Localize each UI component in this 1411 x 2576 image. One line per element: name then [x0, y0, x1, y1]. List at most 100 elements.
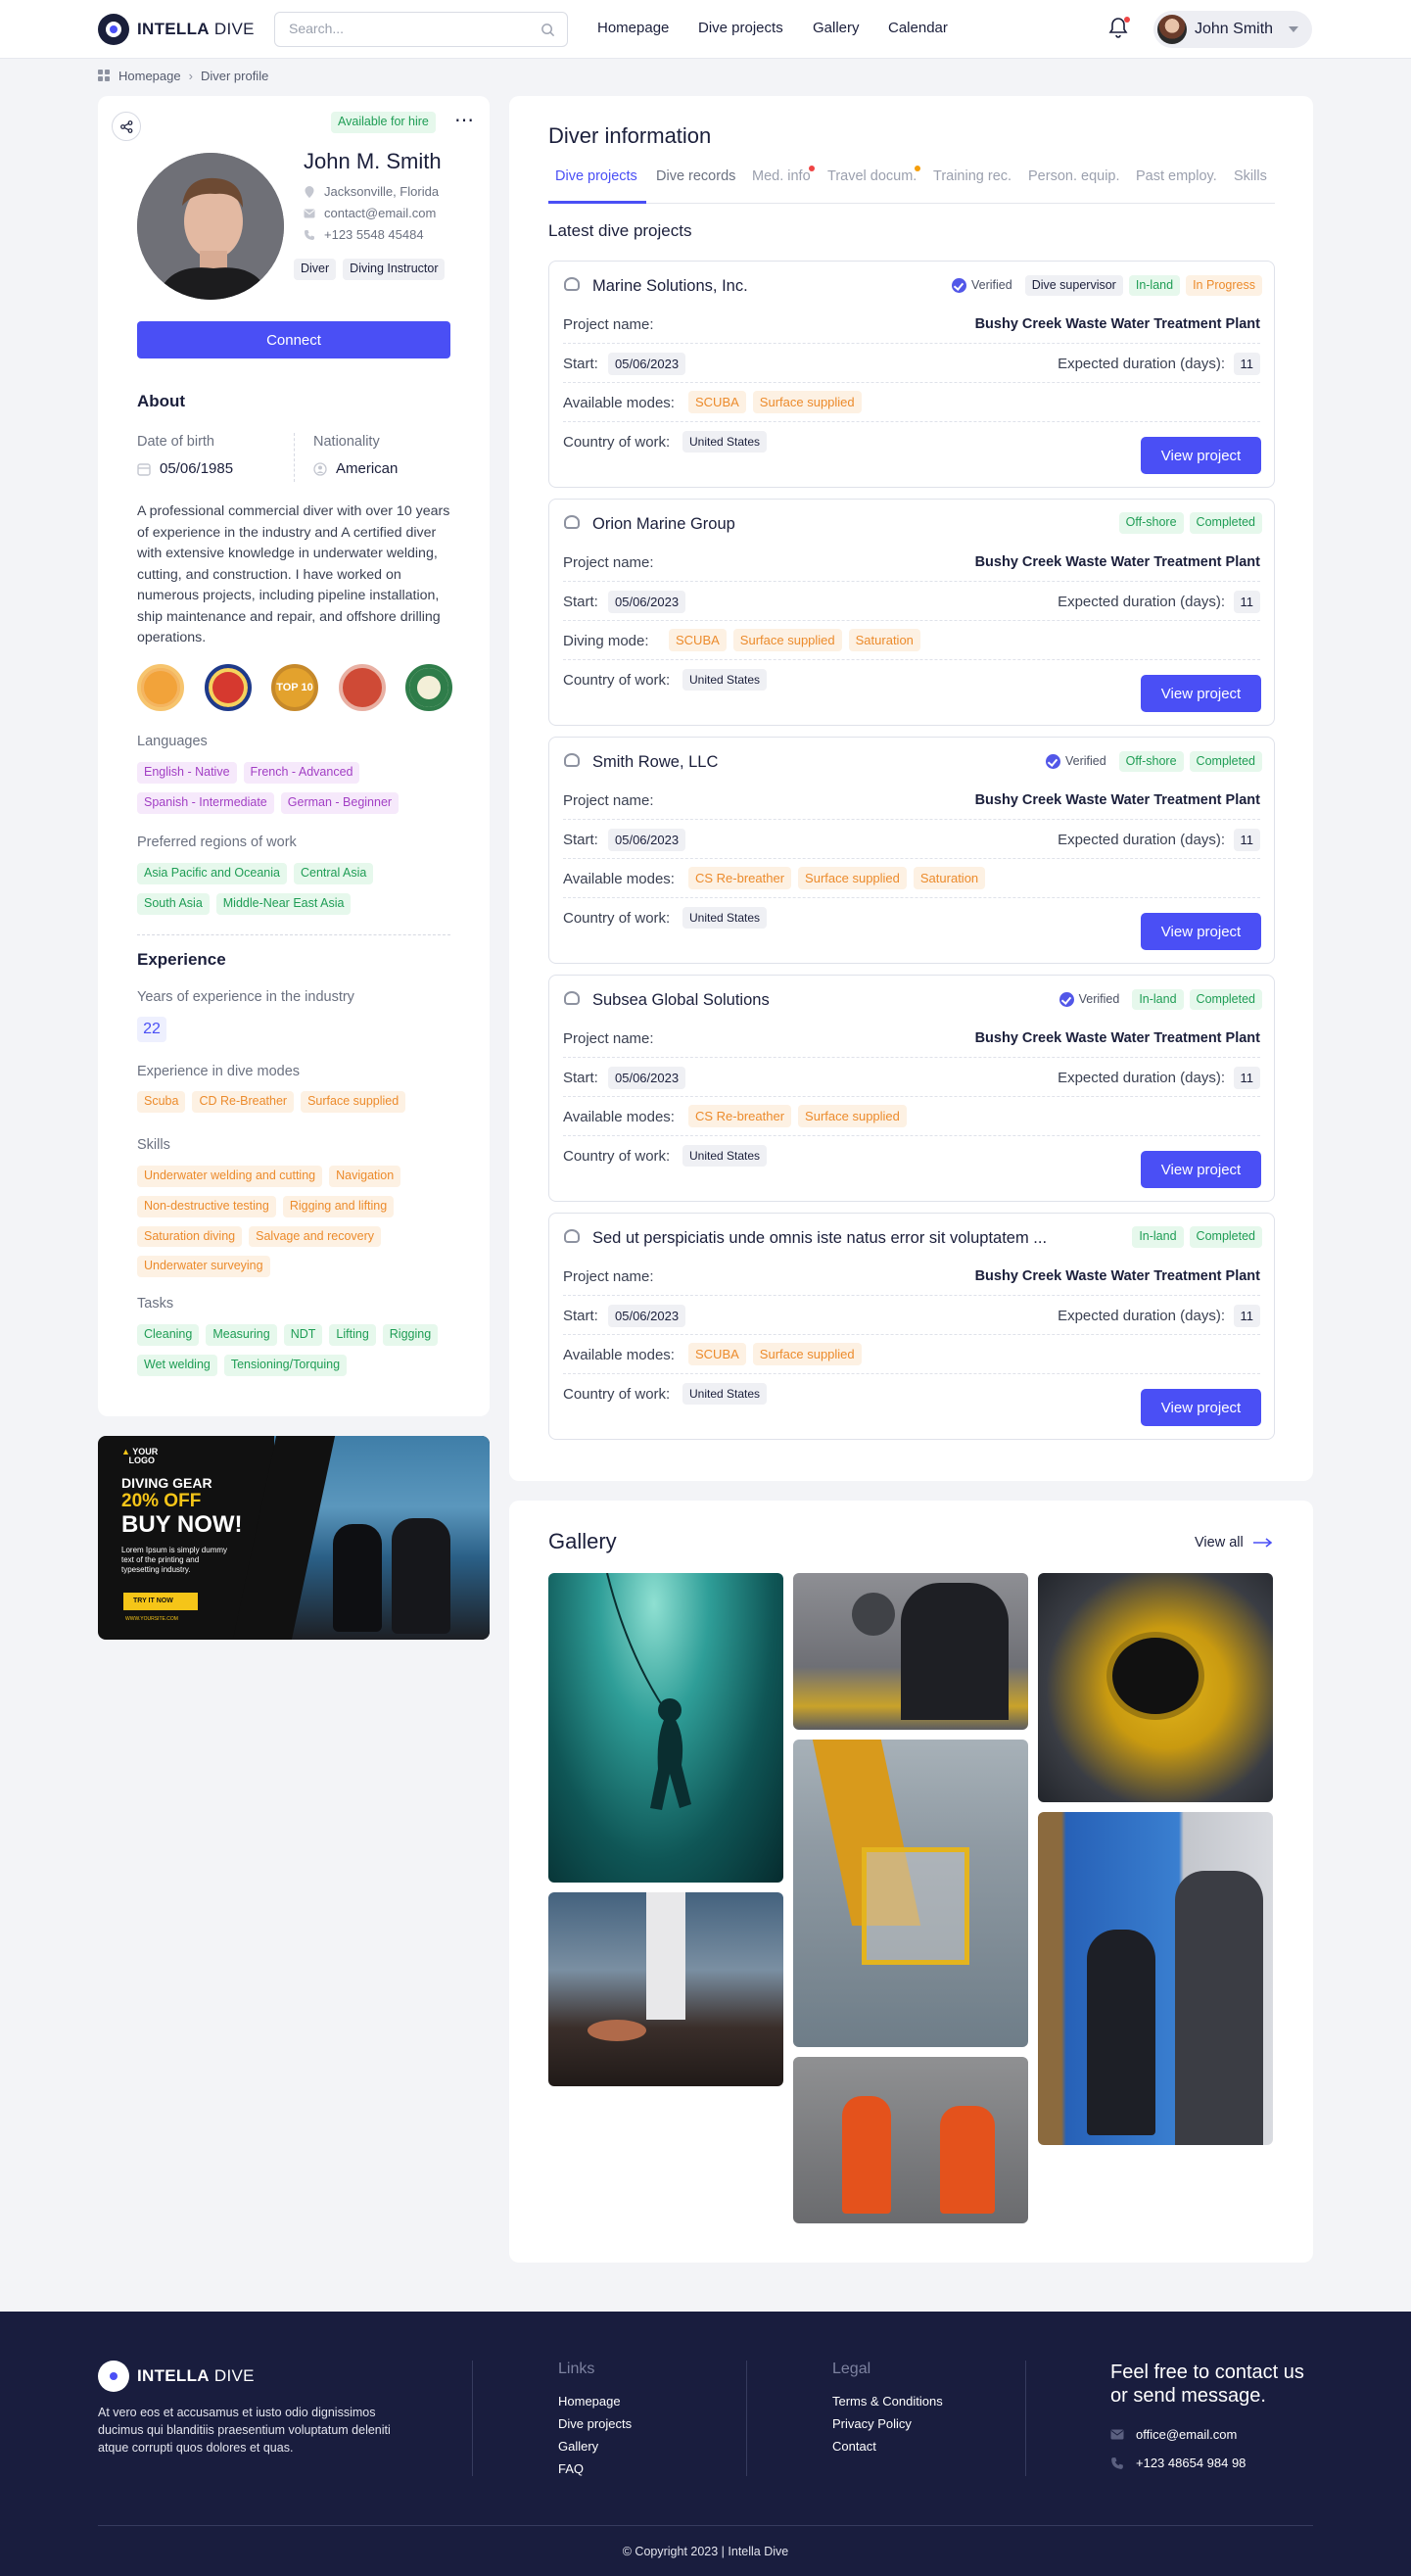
- footer-link-contact[interactable]: Contact: [832, 2439, 876, 2454]
- footer-link-privacy[interactable]: Privacy Policy: [832, 2416, 912, 2431]
- search-box[interactable]: [274, 12, 568, 47]
- footer-link-gallery[interactable]: Gallery: [558, 2439, 598, 2454]
- dive-mode-chip: Surface supplied: [798, 867, 907, 889]
- footer-logo[interactable]: INTELLA DIVE: [98, 2361, 255, 2392]
- brand-logo[interactable]: INTELLA DIVE: [98, 14, 255, 45]
- tab-dive-records[interactable]: Dive records: [656, 168, 735, 184]
- location-type-badge: Off-shore: [1118, 750, 1184, 773]
- project-name-label: Project name:: [563, 316, 654, 333]
- location-pin-icon: [305, 185, 314, 198]
- phone-row: +123 5548 45484: [304, 227, 424, 242]
- tab-personal-equipment[interactable]: Person. equip.: [1028, 168, 1120, 184]
- helmet-icon: [564, 753, 580, 767]
- footer-email[interactable]: office@email.com: [1136, 2427, 1237, 2442]
- project-card: Sed ut perspiciatis unde omnis iste natu…: [548, 1213, 1275, 1440]
- footer-link-homepage[interactable]: Homepage: [558, 2394, 621, 2409]
- footer-link-dive-projects[interactable]: Dive projects: [558, 2416, 632, 2431]
- footer-link-terms[interactable]: Terms & Conditions: [832, 2394, 943, 2409]
- tab-med-info[interactable]: Med. info: [752, 168, 811, 184]
- ad-cta[interactable]: TRY IT NOW: [123, 1593, 198, 1610]
- company-name[interactable]: Subsea Global Solutions: [592, 991, 770, 1010]
- photo-detail: [1087, 1930, 1155, 2135]
- email-row: contact@email.com: [304, 206, 436, 220]
- view-project-button[interactable]: View project: [1141, 913, 1261, 950]
- company-name[interactable]: Orion Marine Group: [592, 515, 735, 534]
- language-tag: German - Beginner: [280, 791, 400, 814]
- links-heading: Links: [558, 2361, 595, 2377]
- footer-about: At vero eos et accusamus et iusto odio d…: [98, 2406, 391, 2455]
- nav-calendar[interactable]: Calendar: [888, 20, 948, 36]
- bio-text: A professional commercial diver with ove…: [137, 503, 450, 645]
- medal-label: TOP 10: [276, 681, 313, 693]
- footer-phone[interactable]: +123 48654 984 98: [1136, 2456, 1246, 2470]
- task-tag: Measuring: [206, 1324, 277, 1346]
- view-project-button[interactable]: View project: [1141, 675, 1261, 712]
- gallery-photo[interactable]: [793, 1573, 1028, 1730]
- user-avatar: [1157, 15, 1187, 44]
- diver-silhouette: [606, 1573, 691, 1810]
- project-status-badge: Completed: [1189, 988, 1262, 1011]
- tab-past-employment[interactable]: Past employ.: [1136, 168, 1217, 184]
- modes-label: Available modes:: [563, 1347, 675, 1363]
- tab-dive-projects[interactable]: Dive projects: [555, 168, 637, 184]
- gallery-photo[interactable]: [548, 1892, 783, 2086]
- gallery-photo[interactable]: [548, 1573, 783, 1883]
- search-icon[interactable]: [541, 23, 555, 37]
- gallery-photo[interactable]: [1038, 1573, 1273, 1802]
- gallery-photo[interactable]: [793, 2057, 1028, 2223]
- alert-dot: [915, 166, 920, 171]
- duration-label: Expected duration (days):: [1058, 356, 1225, 372]
- footer-link-faq[interactable]: FAQ: [558, 2461, 584, 2476]
- duration-label: Expected duration (days):: [1058, 832, 1225, 848]
- tab-skills[interactable]: Skills: [1234, 168, 1267, 184]
- nav-dive-projects[interactable]: Dive projects: [698, 20, 783, 36]
- breadcrumb-homepage[interactable]: Homepage: [118, 69, 181, 83]
- ad-body: Lorem Ipsum is simply dummy text of the …: [121, 1546, 228, 1574]
- mode-chips: SCUBA Surface supplied Saturation: [669, 629, 920, 651]
- gallery-photo[interactable]: [1038, 1812, 1273, 2145]
- profile-phone[interactable]: +123 5548 45484: [324, 227, 424, 242]
- project-start-row: Start: 05/06/2023 Expected duration (day…: [563, 1058, 1260, 1097]
- profile-email[interactable]: contact@email.com: [324, 206, 436, 220]
- search-input[interactable]: [289, 21, 524, 36]
- country-label: Country of work:: [563, 1148, 671, 1165]
- dob-row: 05/06/1985: [137, 460, 233, 477]
- profile-card: Available for hire ⋯ John M. Smith Jacks…: [98, 96, 490, 1416]
- view-project-button[interactable]: View project: [1141, 1389, 1261, 1426]
- project-name-value: Bushy Creek Waste Water Treatment Plant: [974, 1030, 1260, 1046]
- view-project-button[interactable]: View project: [1141, 1151, 1261, 1188]
- tab-training-records[interactable]: Training rec.: [933, 168, 1011, 184]
- nav-homepage[interactable]: Homepage: [597, 20, 669, 36]
- role-tags: Diver Diving Instructor: [294, 259, 451, 289]
- company-name[interactable]: Marine Solutions, Inc.: [592, 277, 748, 296]
- footer-brand-light: DIVE: [213, 2366, 255, 2385]
- gallery-photo[interactable]: [793, 1740, 1028, 2047]
- dive-mode-chip: Surface supplied: [752, 1343, 862, 1365]
- nav-gallery[interactable]: Gallery: [813, 20, 860, 36]
- dive-mode-chip: Surface supplied: [752, 391, 862, 413]
- start-label: Start:: [563, 1308, 598, 1324]
- notifications-bell-icon[interactable]: [1108, 17, 1130, 40]
- medal-badge: [137, 664, 184, 711]
- skill-tag: Underwater welding and cutting: [137, 1166, 323, 1187]
- skill-tag: Underwater surveying: [137, 1256, 270, 1277]
- company-name[interactable]: Sed ut perspiciatis unde omnis iste natu…: [592, 1229, 1047, 1248]
- start-label: Start:: [563, 594, 598, 610]
- more-options-icon[interactable]: ⋯: [454, 108, 475, 132]
- user-menu[interactable]: John Smith: [1153, 11, 1312, 48]
- view-all-link[interactable]: View all: [1195, 1535, 1273, 1550]
- share-button[interactable]: [112, 112, 141, 141]
- dive-mode-chip: CS Re-breather: [688, 867, 792, 889]
- photo-detail: [901, 1583, 1009, 1720]
- ad-banner[interactable]: ▲ YOUR LOGO DIVING GEAR 20% OFF BUY NOW!…: [98, 1436, 490, 1640]
- company-name[interactable]: Smith Rowe, LLC: [592, 753, 718, 772]
- mode-chips: SCUBA Surface supplied: [688, 1343, 862, 1365]
- view-project-button[interactable]: View project: [1141, 437, 1261, 474]
- dive-mode-chip: Surface supplied: [798, 1105, 907, 1127]
- achievement-badges: TOP 10: [137, 664, 452, 711]
- dive-mode-tags: Scuba CD Re-Breather Surface supplied: [137, 1091, 460, 1121]
- dive-modes-label: Experience in dive modes: [137, 1064, 301, 1079]
- mode-chips: CS Re-breather Surface supplied: [688, 1105, 907, 1127]
- tab-travel-docs[interactable]: Travel docum.: [827, 168, 917, 184]
- connect-button[interactable]: Connect: [137, 321, 450, 358]
